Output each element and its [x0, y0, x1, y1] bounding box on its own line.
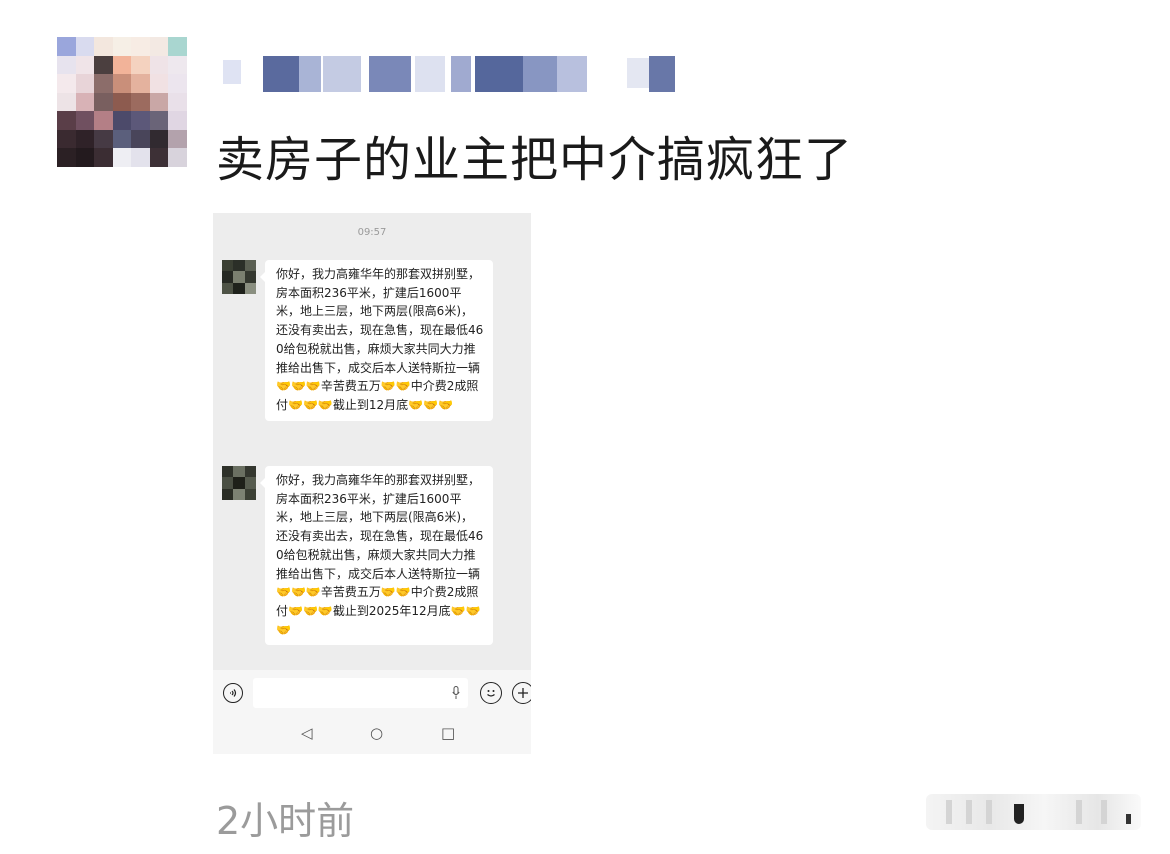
chat-input-bar: ◁ ○ □: [213, 670, 531, 754]
post-actions-blurred[interactable]: [926, 794, 1141, 830]
poster-avatar[interactable]: [57, 37, 187, 167]
chat-message-bubble: 你好，我力高雍华年的那套双拼别墅，房本面积236平米，扩建后1600平米，地上三…: [260, 466, 493, 646]
chat-sender-avatar: [222, 260, 256, 294]
post-text: 卖房子的业主把中介搞疯狂了: [216, 132, 854, 188]
nav-back-icon[interactable]: ◁: [301, 726, 313, 741]
mic-icon[interactable]: [452, 686, 460, 700]
plus-icon[interactable]: [512, 682, 531, 704]
chat-sender-avatar: [222, 466, 256, 500]
nav-home-icon[interactable]: ○: [370, 726, 383, 741]
voice-icon[interactable]: [223, 683, 243, 703]
chat-timestamp: 09:57: [357, 227, 387, 238]
nav-recent-icon[interactable]: □: [441, 726, 455, 741]
message-input[interactable]: [253, 678, 468, 708]
post-timestamp: 2小时前: [216, 799, 355, 843]
chat-message-bubble: 你好，我力高雍华年的那套双拼别墅，房本面积236平米，扩建后1600平米，地上三…: [260, 260, 493, 421]
emoji-icon[interactable]: [480, 682, 502, 704]
poster-name-blurred[interactable]: [223, 52, 683, 94]
chat-screenshot-image[interactable]: 09:57 你好，我力高雍华年的那套双拼别墅，房本面积236平米，扩建后1600…: [213, 213, 531, 754]
